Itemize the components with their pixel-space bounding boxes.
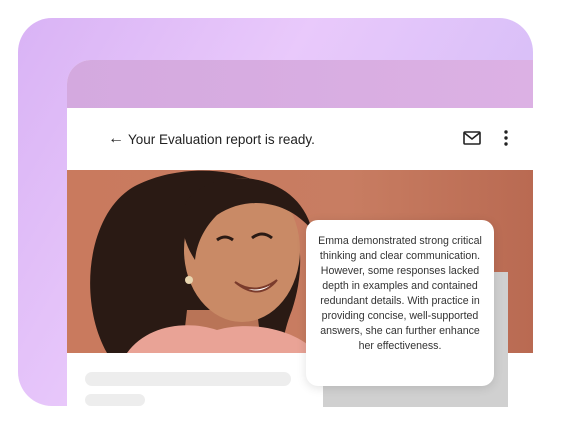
skeleton-line [85, 372, 291, 386]
back-link[interactable]: ← Your Evaluation report is ready. [108, 131, 315, 147]
skeleton-line-short [85, 394, 145, 406]
more-vertical-icon[interactable] [503, 130, 509, 146]
page-title: Your Evaluation report is ready. [128, 131, 315, 147]
evaluation-summary-text: Emma demonstrated strong critical thinki… [318, 235, 482, 352]
evaluation-summary-card: Emma demonstrated strong critical thinki… [306, 220, 494, 386]
back-arrow-icon[interactable]: ← [108, 131, 124, 147]
mail-icon[interactable] [463, 131, 481, 145]
window-title-strip [67, 60, 533, 108]
